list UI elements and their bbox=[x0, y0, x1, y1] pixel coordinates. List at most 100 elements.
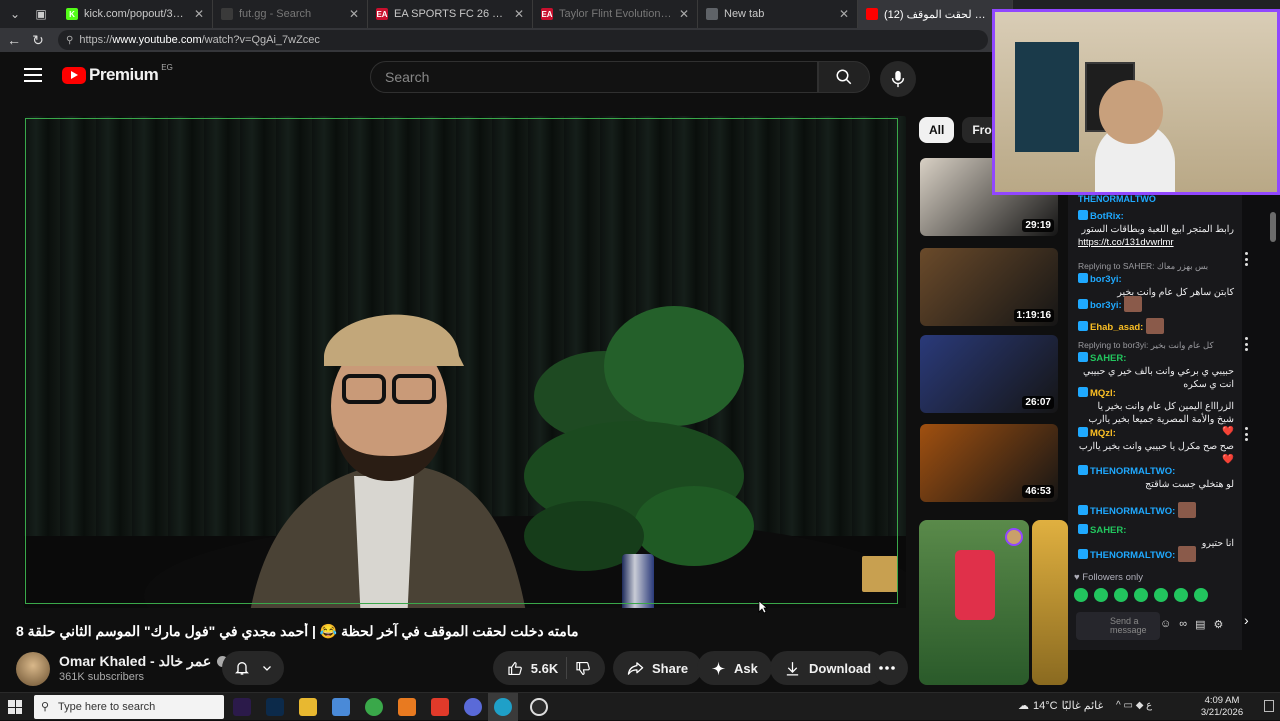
chat-username[interactable]: SAHER: bbox=[1090, 353, 1126, 364]
short-video-2[interactable] bbox=[1032, 520, 1068, 685]
chat-options-icon[interactable] bbox=[1245, 337, 1249, 351]
browser-tab[interactable]: Kkick.com/popout/3alawyhd/c ✕ bbox=[58, 0, 213, 28]
tab-close-icon[interactable]: ✕ bbox=[349, 7, 359, 21]
download-button[interactable]: Download bbox=[770, 651, 886, 685]
app-icon[interactable] bbox=[332, 698, 350, 716]
like-dislike-group: 5.6K bbox=[493, 651, 605, 685]
emote-icon[interactable] bbox=[1114, 588, 1128, 602]
chat-link[interactable]: https://t.co/131dvwrlmr bbox=[1078, 237, 1234, 250]
workspaces-icon[interactable]: ▣ bbox=[30, 3, 52, 25]
chat-username[interactable]: MQzl: bbox=[1090, 388, 1116, 399]
emote-icon[interactable] bbox=[1094, 588, 1108, 602]
chat-username[interactable]: THENORMALTWO: bbox=[1090, 466, 1175, 477]
chat-message: Ehab_asad: bbox=[1078, 318, 1234, 335]
tab-close-icon[interactable]: ✕ bbox=[194, 7, 204, 21]
edge-active-slot[interactable] bbox=[488, 693, 518, 721]
tab-close-icon[interactable]: ✕ bbox=[514, 7, 524, 21]
search-input[interactable]: Search bbox=[370, 61, 818, 93]
chat-username[interactable]: THENORMALTWO: bbox=[1090, 506, 1175, 517]
chat-username[interactable]: SAHER: bbox=[1090, 525, 1126, 536]
winrar-icon[interactable] bbox=[431, 698, 449, 716]
related-video-thumbnail[interactable]: 26:07 bbox=[920, 335, 1058, 413]
tab-close-icon[interactable]: ✕ bbox=[679, 7, 689, 21]
store-icon[interactable]: ▤ bbox=[1195, 618, 1205, 631]
chat-username[interactable]: bor3yi: bbox=[1090, 300, 1122, 311]
browser-tab[interactable]: New tab ✕ bbox=[698, 0, 858, 28]
taskbar-clock[interactable]: 4:09 AM 3/21/2026 bbox=[1190, 695, 1254, 719]
reload-icon[interactable]: ↻ bbox=[26, 28, 50, 52]
file-explorer-icon[interactable] bbox=[299, 698, 317, 716]
emote-bar[interactable] bbox=[1074, 588, 1214, 602]
tab-favicon-icon bbox=[866, 8, 878, 20]
chat-username[interactable]: bor3yi: bbox=[1090, 274, 1122, 285]
youtube-premium-logo[interactable]: Premium EG bbox=[62, 63, 173, 85]
tab-list-chevron-icon[interactable]: ⌄ bbox=[4, 3, 26, 25]
settings-icon[interactable]: ⚙ bbox=[1213, 618, 1223, 631]
chat-tool-icons: ☺ ∞ ▤ ⚙ bbox=[1160, 618, 1223, 631]
channel-name-row[interactable]: Omar Khaled - عمر خالد bbox=[59, 653, 229, 670]
back-arrow-icon[interactable]: ← bbox=[2, 28, 26, 52]
like-icon[interactable] bbox=[507, 660, 523, 677]
voice-search-button[interactable] bbox=[880, 61, 916, 97]
carousel-next-icon[interactable]: › bbox=[1244, 612, 1258, 628]
url-field[interactable]: ⚲ https://www.youtube.com/watch?v=QgAi_7… bbox=[58, 30, 988, 50]
emoji-picker-icon[interactable]: ☺ bbox=[1160, 618, 1171, 631]
emote-icon[interactable] bbox=[1134, 588, 1148, 602]
filter-chip[interactable]: All bbox=[919, 117, 955, 143]
more-actions-button[interactable] bbox=[874, 651, 908, 685]
taskbar-search-input[interactable]: ⚲ Type here to search bbox=[34, 695, 224, 719]
chat-username[interactable]: BotRix: bbox=[1090, 211, 1124, 222]
chat-input[interactable]: Send a message bbox=[1076, 612, 1160, 640]
bell-icon bbox=[234, 662, 249, 675]
youtube-play-icon bbox=[62, 66, 86, 84]
tab-title: Taylor Flint Evolutions in EA FC 26 bbox=[559, 8, 673, 20]
tab-close-icon[interactable]: ✕ bbox=[839, 7, 849, 21]
browser-tab[interactable]: EA EA SPORTS FC 26 Trending Evolut ✕ bbox=[368, 0, 533, 28]
weather-widget[interactable]: ☁ 14°C غائم غالبًا bbox=[1018, 699, 1103, 713]
search-button[interactable] bbox=[818, 61, 870, 93]
site-info-icon[interactable]: ⚲ bbox=[66, 35, 73, 46]
link-icon[interactable]: ∞ bbox=[1179, 618, 1187, 631]
browser-tab[interactable]: EA Taylor Flint Evolutions in EA FC 26 ✕ bbox=[533, 0, 698, 28]
chat-message: THENORMALTWO: لو هتخلي جست شاقتج bbox=[1078, 465, 1234, 492]
photoshop-icon[interactable] bbox=[266, 698, 284, 716]
discord-icon[interactable] bbox=[464, 698, 482, 716]
chrome-icon[interactable] bbox=[365, 698, 383, 716]
emote-icon[interactable] bbox=[1174, 588, 1188, 602]
windows-start-icon[interactable] bbox=[8, 700, 22, 714]
chat-username[interactable]: Ehab_asad: bbox=[1090, 322, 1143, 333]
channel-avatar[interactable] bbox=[16, 652, 50, 686]
chat-options-icon[interactable] bbox=[1245, 252, 1249, 266]
like-count[interactable]: 5.6K bbox=[531, 661, 558, 676]
chevron-down-icon bbox=[262, 666, 271, 671]
chat-badge-icon bbox=[1078, 273, 1088, 283]
short-video-1[interactable] bbox=[919, 520, 1029, 685]
chat-cut-username: THENORMALTWO bbox=[1078, 195, 1156, 204]
related-video-thumbnail[interactable]: 1:19:16 bbox=[920, 248, 1058, 326]
subscription-bell-button[interactable] bbox=[222, 651, 284, 685]
chat-username[interactable]: MQzl: bbox=[1090, 428, 1116, 439]
sparkle-icon bbox=[711, 661, 726, 675]
menu-icon[interactable] bbox=[24, 68, 42, 82]
chat-username[interactable]: THENORMALTWO: bbox=[1090, 550, 1175, 561]
browser-tab[interactable]: fut.gg - Search ✕ bbox=[213, 0, 368, 28]
related-video-thumbnail[interactable]: 46:53 bbox=[920, 424, 1058, 502]
chat-options-icon[interactable] bbox=[1245, 427, 1249, 441]
emote-icon[interactable] bbox=[1074, 588, 1088, 602]
obs-icon[interactable] bbox=[530, 698, 548, 716]
vlc-icon[interactable] bbox=[398, 698, 416, 716]
share-button[interactable]: Share bbox=[613, 651, 703, 685]
followers-only-notice: ♥ Followers only bbox=[1074, 572, 1143, 583]
video-frame-border bbox=[25, 118, 898, 604]
emote-icon[interactable] bbox=[1194, 588, 1208, 602]
ask-button[interactable]: Ask bbox=[697, 651, 772, 685]
browser-tab[interactable]: (12) مامته دخلت لحقت الموقف✕ bbox=[858, 0, 1013, 28]
channel-name[interactable]: Omar Khaled - عمر خالد bbox=[59, 653, 211, 670]
system-tray-icons[interactable]: ^ ▭ ◆ ع bbox=[1116, 700, 1152, 711]
emote-icon[interactable] bbox=[1154, 588, 1168, 602]
dislike-icon[interactable] bbox=[575, 660, 591, 677]
premiere-pro-icon[interactable] bbox=[233, 698, 251, 716]
notifications-icon[interactable] bbox=[1264, 700, 1274, 712]
clock-date: 3/21/2026 bbox=[1200, 706, 1244, 718]
chat-scrollbar[interactable] bbox=[1270, 212, 1276, 242]
